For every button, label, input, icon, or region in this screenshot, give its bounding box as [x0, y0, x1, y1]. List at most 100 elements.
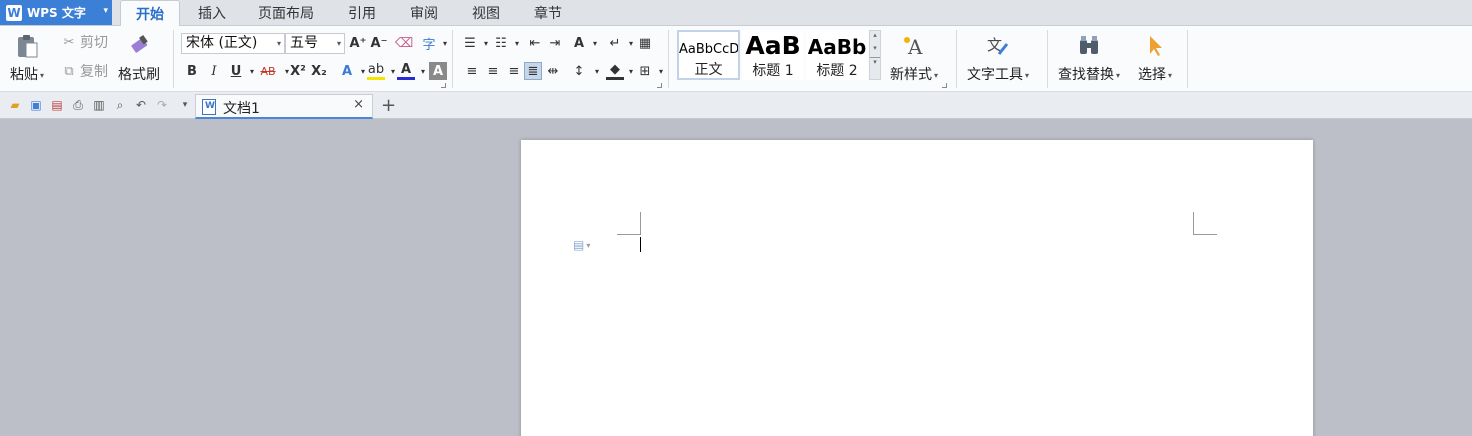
align-right-icon[interactable]: ≡: [505, 62, 523, 80]
tab-review[interactable]: 审阅: [398, 0, 450, 26]
text-cursor: [640, 237, 641, 252]
table-icon[interactable]: ▦: [636, 34, 654, 52]
dialog-launcher-icon[interactable]: [942, 83, 947, 88]
align-left-icon[interactable]: ≡: [463, 62, 481, 80]
new-style-button[interactable]: A 新样式 ▾: [890, 32, 938, 84]
bold-button[interactable]: B: [183, 62, 201, 80]
tab-home[interactable]: 开始: [120, 0, 180, 27]
select-label: 选择: [1138, 67, 1166, 83]
spell-check-icon[interactable]: ⌕: [113, 98, 127, 112]
app-menu-button[interactable]: W WPS 文字 ▾: [0, 0, 112, 25]
scissors-icon: ✂: [63, 34, 75, 50]
ribbon: 粘贴 ▾ ✂ 剪切 ⧉ 复制 格式刷 宋体 (正文) ▾ 五号 ▾ A⁺ A⁻ ⌫ 字 ▾…: [0, 26, 1472, 92]
justify-icon[interactable]: ≣: [524, 62, 542, 80]
chevron-down-icon[interactable]: ▾: [870, 44, 880, 52]
export-pdf-icon[interactable]: ▤: [50, 98, 64, 112]
chevron-down-icon[interactable]: ▾: [508, 34, 526, 52]
find-replace-button[interactable]: 查找替换 ▾: [1058, 32, 1120, 84]
distributed-align-icon[interactable]: ⇹: [544, 62, 562, 80]
text-tools-label: 文字工具: [967, 67, 1023, 83]
select-button[interactable]: 选择 ▾: [1138, 32, 1172, 84]
style-heading-2[interactable]: AaBb 标题 2: [806, 30, 868, 80]
clear-format-icon[interactable]: ⌫: [395, 34, 413, 52]
save-icon[interactable]: ▣: [29, 98, 43, 112]
line-spacing-icon[interactable]: ↕: [570, 62, 588, 80]
font-size-select[interactable]: 五号 ▾: [285, 33, 345, 54]
cut-button[interactable]: ✂ 剪切: [60, 32, 108, 52]
margin-marker-left: [640, 212, 641, 234]
copy-icon: ⧉: [64, 63, 74, 79]
document-tab[interactable]: 文档1 ×: [195, 94, 373, 119]
paragraph-layout-icon[interactable]: ▤ ▾: [573, 238, 590, 252]
tab-chapter[interactable]: 章节: [522, 0, 574, 26]
dialog-launcher-icon[interactable]: [441, 83, 446, 88]
document-workspace[interactable]: ▤ ▾: [0, 120, 1472, 436]
tab-references[interactable]: 引用: [336, 0, 388, 26]
new-style-label: 新样式: [890, 67, 932, 83]
subscript-button[interactable]: X₂: [310, 62, 328, 80]
divider: [173, 30, 174, 88]
strikethrough-button[interactable]: AB: [257, 62, 279, 80]
style-sample: AaBb: [807, 35, 867, 59]
app-name: WPS 文字: [27, 6, 86, 20]
margin-marker-right: [1193, 234, 1217, 235]
menu-bar: W WPS 文字 ▾ 开始 插入 页面布局 引用 审阅 视图 章节: [0, 0, 1472, 27]
style-name: 标题 2: [816, 63, 858, 79]
chevron-down-icon: ▾: [1168, 70, 1173, 80]
more-styles-icon[interactable]: ▾: [870, 57, 880, 66]
highlight-icon[interactable]: ab: [367, 62, 385, 80]
chevron-down-icon: ▾: [336, 39, 341, 48]
chevron-down-icon: ▾: [1116, 70, 1121, 80]
copy-label: 复制: [80, 64, 108, 80]
close-icon[interactable]: ×: [353, 97, 364, 112]
tab-page-layout[interactable]: 页面布局: [248, 0, 324, 26]
text-tools-icon: 文: [984, 32, 1012, 60]
superscript-button[interactable]: X²: [289, 62, 307, 80]
char-shading-icon[interactable]: A: [429, 62, 447, 80]
chevron-down-icon[interactable]: ▾: [586, 34, 604, 52]
style-gallery-scroll[interactable]: ▴ ▾ ▾: [869, 30, 881, 80]
undo-icon[interactable]: ↶: [134, 98, 148, 112]
italic-button[interactable]: I: [205, 62, 223, 80]
chevron-down-icon: ▾: [276, 39, 281, 48]
chevron-down-icon[interactable]: ▾: [588, 62, 606, 80]
wps-logo-icon: W: [6, 4, 22, 21]
chevron-down-icon: ▾: [1025, 70, 1030, 80]
grow-font-icon[interactable]: A⁺: [349, 34, 367, 52]
dialog-launcher-icon[interactable]: [657, 83, 662, 88]
style-sample: AaB: [745, 32, 801, 60]
redo-icon[interactable]: ↷: [155, 98, 169, 112]
tab-view[interactable]: 视图: [460, 0, 512, 26]
new-tab-button[interactable]: +: [381, 95, 396, 116]
document-tab-title: 文档1: [223, 101, 260, 117]
font-family-value: 宋体 (正文): [186, 35, 258, 51]
style-sample: AaBbCcD: [679, 42, 738, 57]
format-painter-button[interactable]: 格式刷: [118, 32, 160, 84]
tab-insert[interactable]: 插入: [184, 0, 240, 26]
open-folder-icon[interactable]: ▰: [8, 98, 22, 112]
margin-marker-right: [1193, 212, 1194, 234]
font-family-select[interactable]: 宋体 (正文) ▾: [181, 33, 285, 54]
document-page[interactable]: ▤ ▾: [521, 140, 1313, 436]
customize-toolbar-icon[interactable]: ▾: [178, 98, 192, 112]
cursor-arrow-icon: [1141, 32, 1169, 60]
chevron-down-icon: ▾: [103, 6, 108, 16]
align-center-icon[interactable]: ≡: [484, 62, 502, 80]
copy-button[interactable]: ⧉ 复制: [60, 61, 108, 81]
font-color-icon[interactable]: A: [397, 62, 415, 80]
word-document-icon: [202, 99, 216, 115]
style-heading-1[interactable]: AaB 标题 1: [742, 30, 804, 80]
shrink-font-icon[interactable]: A⁻: [370, 34, 388, 52]
print-preview-icon[interactable]: ▥: [92, 98, 106, 112]
chevron-up-icon[interactable]: ▴: [870, 31, 880, 39]
paste-button[interactable]: 粘贴 ▾: [10, 32, 44, 84]
paste-label: 粘贴: [10, 67, 38, 83]
decrease-indent-icon[interactable]: ⇤: [526, 34, 544, 52]
clipboard-icon: [13, 32, 41, 60]
divider: [956, 30, 957, 88]
quick-access-bar: ▰ ▣ ▤ ⎙ ▥ ⌕ ↶ ↷ ▾ 文档1 × +: [0, 92, 1472, 119]
increase-indent-icon[interactable]: ⇥: [546, 34, 564, 52]
text-tools-button[interactable]: 文 文字工具 ▾: [967, 32, 1029, 84]
print-icon[interactable]: ⎙: [71, 98, 85, 112]
style-normal[interactable]: AaBbCcD 正文: [677, 30, 740, 80]
